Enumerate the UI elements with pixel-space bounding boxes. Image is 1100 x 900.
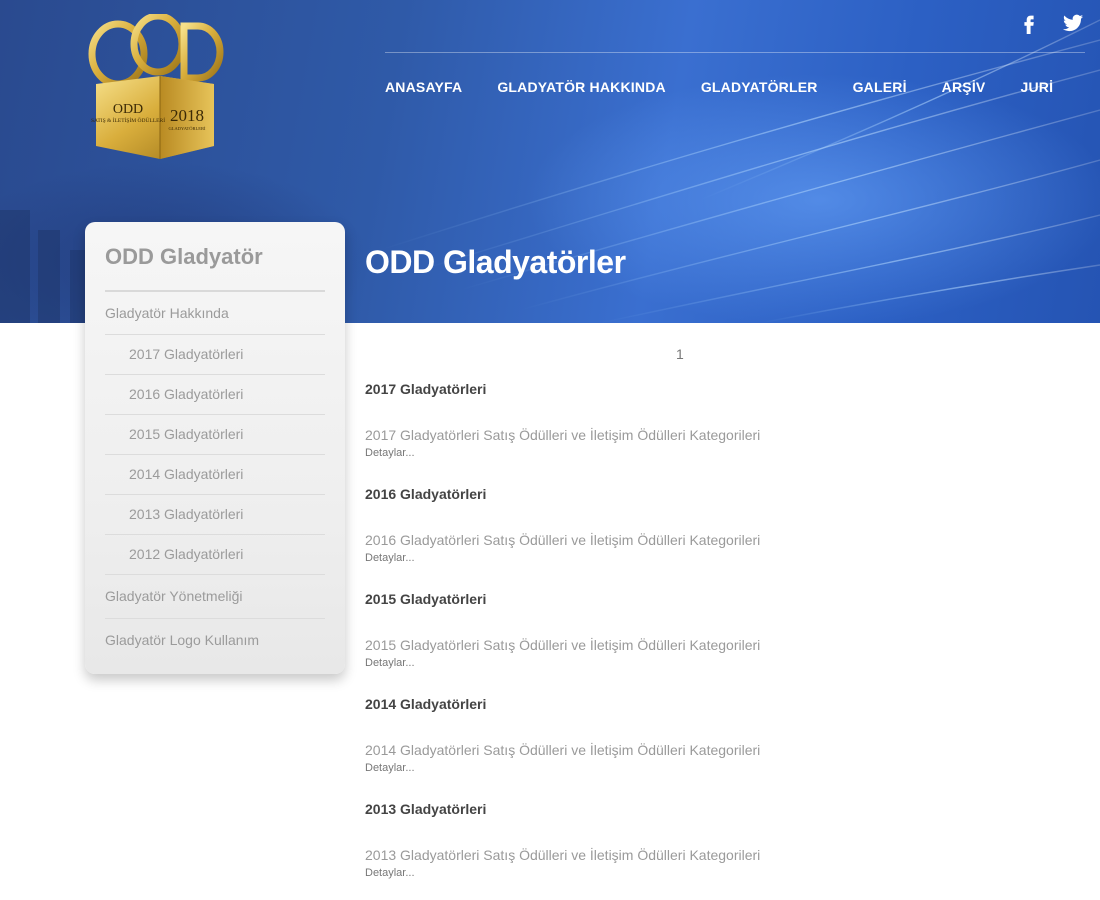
nav-item-gladyatorler[interactable]: GLADYATÖRLER bbox=[701, 79, 818, 95]
details-link[interactable]: Detaylar... bbox=[365, 447, 415, 459]
list-item: 2017 Gladyatörleri 2017 Gladyatörleri Sa… bbox=[365, 381, 965, 461]
entry-description: 2017 Gladyatörleri Satış Ödülleri ve İle… bbox=[365, 427, 761, 443]
list-item: 2016 Gladyatörleri 2016 Gladyatörleri Sa… bbox=[365, 486, 965, 566]
nav-divider bbox=[385, 52, 1085, 53]
entry-title[interactable]: 2013 Gladyatörleri bbox=[365, 801, 965, 817]
twitter-icon[interactable] bbox=[1062, 12, 1084, 34]
nav-item-anasayfa[interactable]: ANASAYFA bbox=[385, 79, 462, 95]
details-link[interactable]: Detaylar... bbox=[365, 657, 415, 669]
list-item: 2013 Gladyatörleri 2013 Gladyatörleri Sa… bbox=[365, 801, 965, 881]
entry-description: 2013 Gladyatörleri Satış Ödülleri ve İle… bbox=[365, 847, 761, 863]
facebook-icon[interactable] bbox=[1018, 12, 1040, 34]
list-item: 2015 Gladyatörleri 2015 Gladyatörleri Sa… bbox=[365, 591, 965, 671]
logo-text-gladyatorleri: GLADYATÖRLERİ bbox=[169, 126, 206, 131]
sidebar-title: ODD Gladyatör bbox=[105, 222, 325, 292]
sidebar-item-2014[interactable]: 2014 Gladyatörleri bbox=[105, 455, 325, 494]
logo-text-odd: ODD bbox=[113, 102, 143, 117]
odd-logo[interactable]: ODD SATIŞ & İLETİŞİM ÖDÜLLERİ 2018 GLADY… bbox=[88, 14, 228, 162]
sidebar-item-yonetmelik[interactable]: Gladyatör Yönetmeliği bbox=[105, 575, 325, 618]
sidebar-item-2013[interactable]: 2013 Gladyatörleri bbox=[105, 495, 325, 534]
sidebar-item-2017[interactable]: 2017 Gladyatörleri bbox=[105, 335, 325, 374]
social-links bbox=[1018, 12, 1084, 34]
logo-text-awards: SATIŞ & İLETİŞİM ÖDÜLLERİ bbox=[91, 117, 165, 124]
sidebar-item-2015[interactable]: 2015 Gladyatörleri bbox=[105, 415, 325, 454]
pagination[interactable]: 1 bbox=[676, 346, 684, 362]
list-item: 2014 Gladyatörleri 2014 Gladyatörleri Sa… bbox=[365, 696, 965, 776]
sidebar-item-gladyator-hakkinda[interactable]: Gladyatör Hakkında bbox=[105, 292, 325, 334]
page-title: ODD Gladyatörler bbox=[365, 244, 626, 280]
logo-text-year: 2018 bbox=[170, 106, 204, 125]
entry-title[interactable]: 2015 Gladyatörleri bbox=[365, 591, 965, 607]
nav-item-juri[interactable]: JURİ bbox=[1020, 79, 1053, 95]
details-link[interactable]: Detaylar... bbox=[365, 552, 415, 564]
details-link[interactable]: Detaylar... bbox=[365, 867, 415, 879]
nav-item-galeri[interactable]: GALERİ bbox=[853, 79, 907, 95]
entry-title[interactable]: 2014 Gladyatörleri bbox=[365, 696, 965, 712]
entry-title[interactable]: 2016 Gladyatörleri bbox=[365, 486, 965, 502]
nav-item-gladyator-hakkinda[interactable]: GLADYATÖR HAKKINDA bbox=[497, 79, 666, 95]
sidebar-item-2012[interactable]: 2012 Gladyatörleri bbox=[105, 535, 325, 574]
entry-title[interactable]: 2017 Gladyatörleri bbox=[365, 381, 965, 397]
main-nav: ANASAYFA GLADYATÖR HAKKINDA GLADYATÖRLER… bbox=[385, 79, 1053, 95]
details-link[interactable]: Detaylar... bbox=[365, 762, 415, 774]
sidebar-item-2016[interactable]: 2016 Gladyatörleri bbox=[105, 375, 325, 414]
entry-description: 2014 Gladyatörleri Satış Ödülleri ve İle… bbox=[365, 742, 761, 758]
nav-item-arsiv[interactable]: ARŞİV bbox=[942, 79, 986, 95]
sidebar-menu: Gladyatör Hakkında 2017 Gladyatörleri 20… bbox=[105, 292, 325, 662]
entry-description: 2015 Gladyatörleri Satış Ödülleri ve İle… bbox=[365, 637, 761, 653]
sidebar: ODD Gladyatör Gladyatör Hakkında 2017 Gl… bbox=[85, 222, 345, 674]
sidebar-item-logo-kullanim[interactable]: Gladyatör Logo Kullanım bbox=[105, 619, 325, 662]
entry-description: 2016 Gladyatörleri Satış Ödülleri ve İle… bbox=[365, 532, 761, 548]
